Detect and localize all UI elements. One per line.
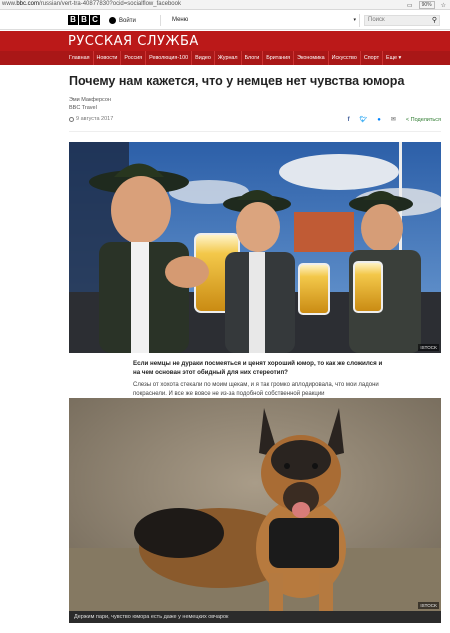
- page: www.bbc.com/russian/vert-tra-40877830?oc…: [0, 0, 450, 633]
- photo-credit: ISTOCK: [418, 344, 439, 351]
- menu-label: Меню: [172, 17, 189, 23]
- nav-item-home[interactable]: Главная: [66, 51, 93, 65]
- clock-icon: [69, 116, 74, 122]
- service-title[interactable]: РУССКАЯ СЛУЖБА: [68, 34, 199, 49]
- nav-item-art[interactable]: Искусство: [327, 51, 360, 65]
- byline: Эми Макферсон BBC Travel: [69, 96, 111, 112]
- nav-item-britain[interactable]: Британия: [262, 51, 293, 65]
- photo-credit: ISTOCK: [418, 602, 439, 609]
- nav-item-news[interactable]: Новости: [92, 51, 121, 65]
- user-icon: [109, 17, 116, 24]
- share-button[interactable]: < Поделиться: [406, 117, 441, 123]
- article-headline: Почему нам кажется, что у немцев нет чув…: [69, 74, 405, 88]
- nav-item-revolution[interactable]: Революция-100: [145, 51, 191, 65]
- bookmark-star-icon[interactable]: ☆: [441, 2, 446, 9]
- zoom-level[interactable]: 90%: [418, 1, 435, 9]
- bbc-logo-letter: B: [79, 15, 89, 25]
- nav-item-more[interactable]: Еще ▾: [382, 51, 404, 65]
- search-icon[interactable]: ⚲: [432, 16, 437, 25]
- nav-item-blogs[interactable]: Блоги: [240, 51, 263, 65]
- date-text: 9 августа 2017: [76, 116, 114, 122]
- bbc-logo-letter: C: [90, 15, 100, 25]
- nav-item-video[interactable]: Видео: [191, 51, 214, 65]
- hero-photo[interactable]: ISTOCK: [69, 142, 441, 353]
- browser-address-bar[interactable]: www.bbc.com/russian/vert-tra-40877830?oc…: [0, 0, 450, 10]
- search-input[interactable]: Поиск ⚲: [364, 15, 440, 26]
- masthead: РУССКАЯ СЛУЖБА: [0, 31, 450, 51]
- twitter-icon[interactable]: 🐦︎: [360, 116, 368, 123]
- dog-photo[interactable]: ISTOCK: [69, 398, 441, 611]
- signin-label: Войти: [119, 17, 136, 24]
- nav-item-russia[interactable]: Россия: [120, 51, 145, 65]
- email-icon[interactable]: ✉: [391, 116, 396, 123]
- divider: [69, 131, 441, 132]
- reader-mode-icon[interactable]: ▭: [407, 2, 413, 9]
- share-icon: <: [405, 116, 410, 123]
- publish-date: 9 августа 2017: [69, 116, 113, 122]
- article-lead: Если немцы не дураки посмеяться и ценят …: [133, 360, 383, 376]
- nav-item-sport[interactable]: Спорт: [359, 51, 382, 65]
- outlet-name: BBC Travel: [69, 105, 97, 111]
- menu-button[interactable]: Меню ▾: [172, 14, 360, 27]
- messenger-icon[interactable]: ●: [377, 117, 381, 123]
- nav-item-magazine[interactable]: Журнал: [213, 51, 241, 65]
- article-body: Слезы от хохота стекали по моим щекам, и…: [133, 382, 379, 397]
- url-text[interactable]: www.bbc.com/russian/vert-tra-40877830?oc…: [2, 1, 181, 7]
- share-label: Поделиться: [410, 116, 441, 123]
- dog-photo-art: [69, 398, 441, 611]
- share-bar: 9 августа 2017 f 🐦︎ ● ✉ < Поделиться: [69, 116, 441, 126]
- nav-item-economy[interactable]: Экономика: [293, 51, 327, 65]
- chevron-down-icon: ▾: [353, 17, 356, 23]
- search-placeholder: Поиск: [368, 17, 385, 23]
- signin-button[interactable]: Войти: [109, 15, 161, 26]
- author-name: Эми Макферсон: [69, 97, 111, 103]
- bbc-logo-letter: B: [68, 15, 78, 25]
- section-nav: Главная Новости Россия Революция-100 Вид…: [0, 51, 450, 65]
- share-buttons: f 🐦︎ ● ✉ < Поделиться: [348, 116, 441, 124]
- browser-tools: ▭ 90% ☆: [407, 1, 446, 9]
- hero-photo-art: [69, 142, 441, 353]
- bbc-logo[interactable]: B B C: [68, 15, 100, 25]
- photo-caption: Держим пари, чувство юмора есть даже у н…: [69, 611, 441, 623]
- bbc-global-bar: B B C Войти Меню ▾ Поиск ⚲: [0, 11, 450, 30]
- facebook-icon[interactable]: f: [348, 117, 350, 123]
